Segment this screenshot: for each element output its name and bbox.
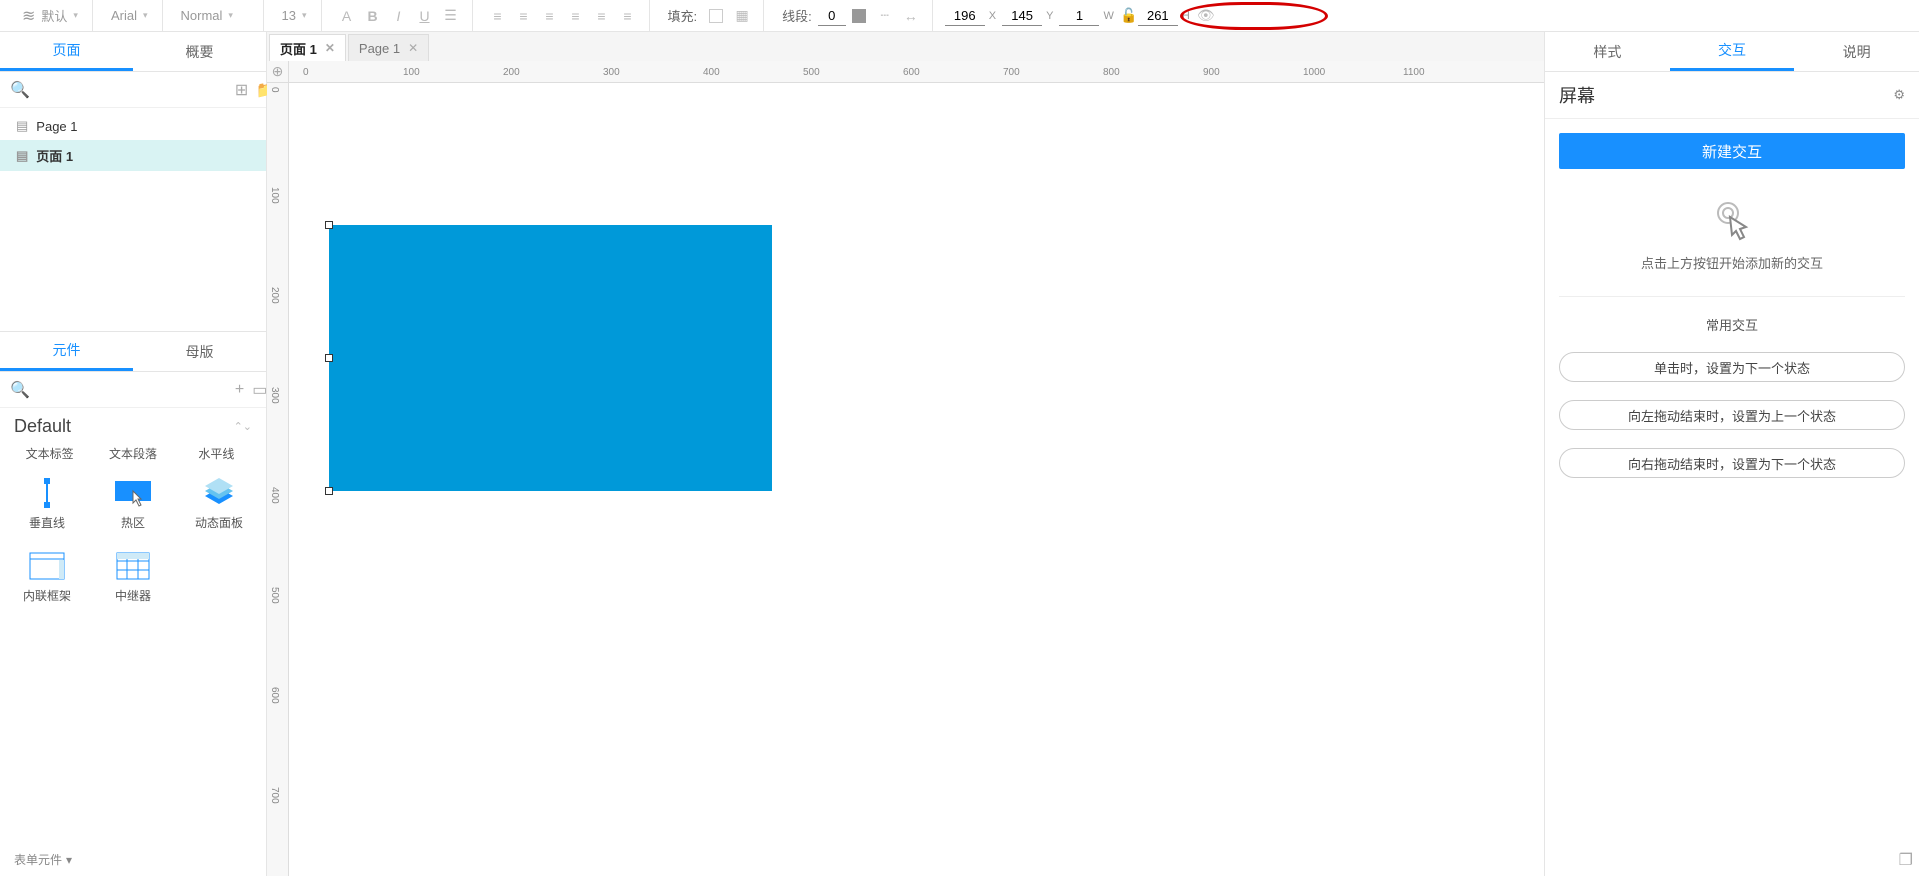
- common-interaction-1[interactable]: 单击时，设置为下一个状态: [1559, 352, 1905, 382]
- common-interaction-3[interactable]: 向右拖动结束时，设置为下一个状态: [1559, 448, 1905, 478]
- interaction-hint: 点击上方按钮开始添加新的交互: [1641, 253, 1823, 272]
- widgets-search-input[interactable]: [38, 378, 227, 402]
- font-size-select[interactable]: 13 ▾: [276, 0, 313, 31]
- x-label: X: [989, 10, 996, 22]
- tab-masters[interactable]: 母版: [133, 332, 266, 371]
- new-interaction-button[interactable]: 新建交互: [1559, 133, 1905, 169]
- w-label: W: [1103, 10, 1113, 22]
- page-icon: ▤: [16, 118, 28, 134]
- chevron-down-icon: ▾: [73, 10, 78, 21]
- page-tree: ▤Page 1▤页面 1: [0, 108, 266, 331]
- add-page-icon[interactable]: ⊞: [235, 80, 248, 100]
- widget-hotspot[interactable]: 热区: [94, 472, 172, 537]
- common-interaction-2[interactable]: 向左拖动结束时，设置为上一个状态: [1559, 400, 1905, 430]
- selected-rectangle[interactable]: [329, 225, 772, 491]
- pos-y-input[interactable]: [1002, 6, 1042, 26]
- height-input[interactable]: [1138, 6, 1178, 26]
- widget-label: 文本段落: [91, 445, 174, 462]
- pages-search-input[interactable]: [38, 78, 227, 102]
- library-select[interactable]: Default ⌃⌄: [0, 408, 266, 445]
- bullets-button[interactable]: ☰: [438, 3, 464, 29]
- search-icon: 🔍: [10, 380, 30, 400]
- chevron-down-icon: ▾: [302, 10, 307, 21]
- font-select[interactable]: Arial ▾: [105, 0, 154, 31]
- chevron-down-icon: ▾: [66, 853, 72, 867]
- align-right-button[interactable]: ≡: [537, 3, 563, 29]
- preset-label: 默认: [41, 6, 67, 25]
- close-icon[interactable]: ✕: [408, 41, 418, 55]
- chevron-down-icon: ▾: [228, 10, 233, 21]
- canvas-area: 页面 1✕Page 1✕ ⊕ 0100200300400500600700800…: [267, 32, 1544, 876]
- search-icon: 🔍: [10, 80, 30, 100]
- tab-widgets[interactable]: 元件: [0, 332, 133, 371]
- widget-repeater[interactable]: 中继器: [94, 545, 172, 610]
- page-icon: ▤: [16, 148, 28, 164]
- canvas[interactable]: [289, 83, 1544, 876]
- align-left-button[interactable]: ≡: [485, 3, 511, 29]
- ruler-vertical[interactable]: 0100200300400500600700: [267, 83, 289, 876]
- font-color-button[interactable]: A: [334, 3, 360, 29]
- page-tree-item[interactable]: ▤页面 1: [0, 140, 266, 171]
- h-label: H: [1182, 10, 1190, 22]
- cursor-click-icon: [1710, 197, 1754, 241]
- fill-label: 填充:: [668, 6, 698, 25]
- add-library-icon[interactable]: +: [235, 381, 244, 399]
- align-middle-button[interactable]: ≡: [589, 3, 615, 29]
- lock-icon[interactable]: 🔓: [1120, 3, 1138, 29]
- tab-interactions[interactable]: 交互: [1670, 32, 1795, 71]
- y-label: Y: [1046, 10, 1053, 22]
- align-bottom-button[interactable]: ≡: [615, 3, 641, 29]
- widget-inline-frame[interactable]: 内联框架: [8, 545, 86, 610]
- widget-dynamic-panel[interactable]: 动态面板: [180, 472, 258, 537]
- line-label: 线段:: [782, 6, 812, 25]
- ruler-corner[interactable]: ⊕: [267, 61, 289, 83]
- tab-outline[interactable]: 概要: [133, 32, 266, 71]
- paragraph-style-select[interactable]: ≋ 默认 ▾: [16, 0, 84, 31]
- restore-icon[interactable]: ❐: [1899, 850, 1913, 870]
- fill-image-button[interactable]: ▦: [729, 3, 755, 29]
- widget-label: 文本标签: [8, 445, 91, 462]
- tab-style[interactable]: 样式: [1545, 32, 1670, 71]
- underline-button[interactable]: U: [412, 3, 438, 29]
- line-color-button[interactable]: [846, 3, 872, 29]
- library-browse-icon[interactable]: ▭: [252, 380, 267, 400]
- fill-color-button[interactable]: [703, 3, 729, 29]
- page-tab[interactable]: Page 1✕: [348, 34, 429, 61]
- bold-button[interactable]: B: [360, 3, 386, 29]
- widget-vertical-line[interactable]: 垂直线: [8, 472, 86, 537]
- font-style-select[interactable]: Normal ▾: [175, 0, 255, 31]
- align-top-button[interactable]: ≡: [563, 3, 589, 29]
- width-input[interactable]: [1059, 6, 1099, 26]
- tab-notes[interactable]: 说明: [1794, 32, 1919, 71]
- right-inspector: 样式 交互 说明 屏幕 ⚙ 新建交互 点击上方按钮开始添加新的交互 常用交互 单…: [1544, 32, 1919, 876]
- widget-label: 水平线: [175, 445, 258, 462]
- line-weight-input[interactable]: [818, 6, 846, 26]
- page-tree-item[interactable]: ▤Page 1: [0, 112, 266, 140]
- left-sidebar: 页面 概要 🔍 ⊞ 📁 ▤Page 1▤页面 1 元件 母版 🔍 + ▭ ⋮: [0, 32, 267, 876]
- chevron-updown-icon: ⌃⌄: [234, 420, 252, 433]
- settings-icon[interactable]: ⚙: [1893, 87, 1905, 103]
- inspector-title: 屏幕: [1559, 82, 1595, 108]
- line-style-button[interactable]: ┄: [872, 3, 898, 29]
- close-icon[interactable]: ✕: [325, 41, 335, 55]
- page-tab[interactable]: 页面 1✕: [269, 34, 346, 61]
- common-interactions-label: 常用交互: [1559, 315, 1905, 334]
- page-tab-bar: 页面 1✕Page 1✕: [267, 32, 1544, 61]
- align-center-button[interactable]: ≡: [511, 3, 537, 29]
- ruler-horizontal[interactable]: 010020030040050060070080090010001100: [289, 61, 1544, 83]
- top-toolbar: ≋ 默认 ▾ Arial ▾ Normal ▾ 13 ▾ A B I U ☰ ≡…: [0, 0, 1919, 32]
- form-widgets-section[interactable]: 表单元件 ▾: [0, 843, 266, 876]
- italic-button[interactable]: I: [386, 3, 412, 29]
- visibility-icon[interactable]: 👁: [1196, 3, 1216, 29]
- pos-x-input[interactable]: [945, 6, 985, 26]
- arrow-style-button[interactable]: ↔: [898, 3, 924, 29]
- tab-pages[interactable]: 页面: [0, 32, 133, 71]
- chevron-down-icon: ▾: [143, 10, 148, 21]
